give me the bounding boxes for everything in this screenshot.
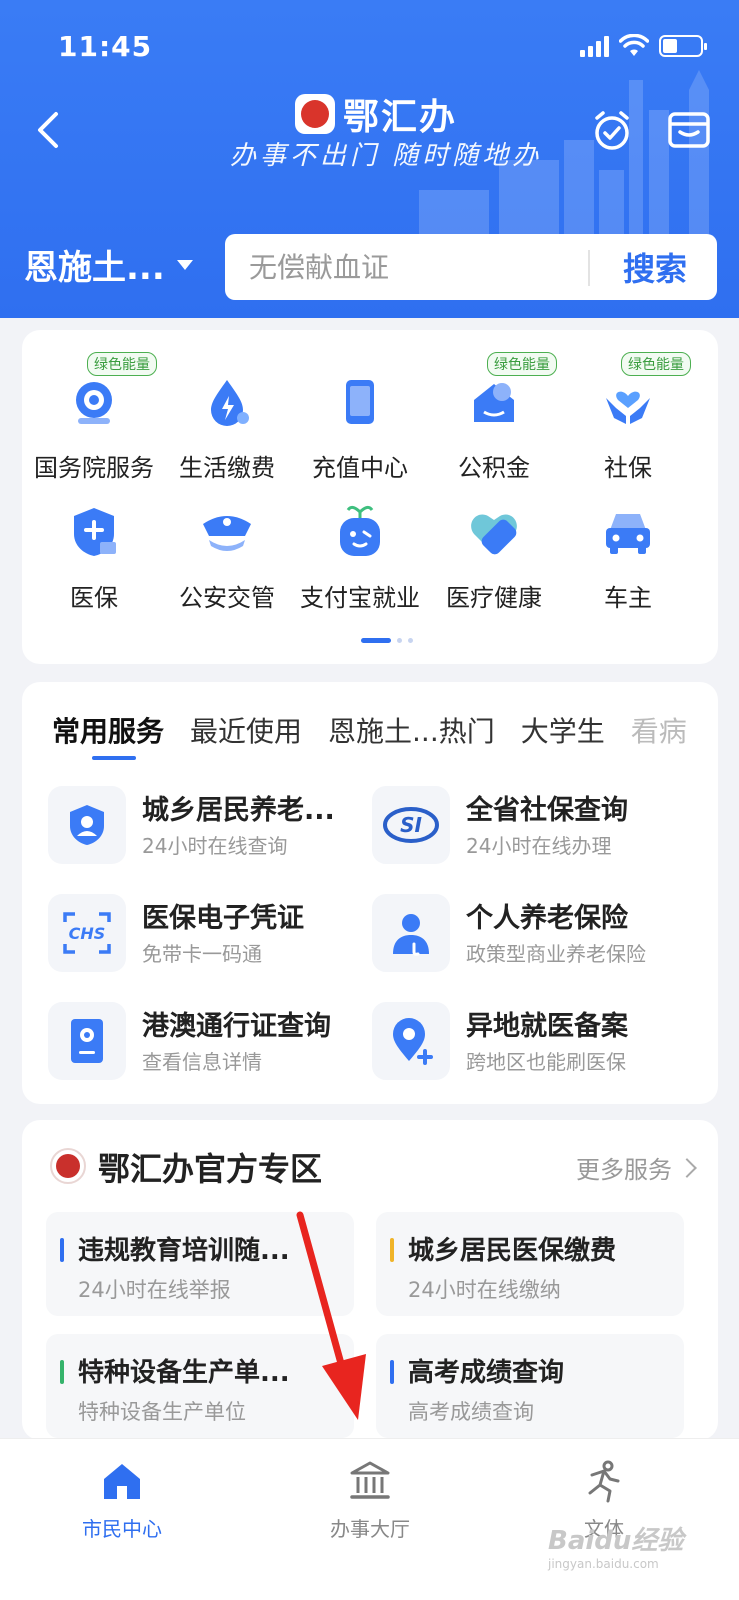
car-icon (606, 514, 650, 554)
green-energy-badge: 绿色能量 (487, 352, 557, 376)
runner-icon (588, 1460, 620, 1503)
tab-service-hall[interactable]: 办事大厅 (300, 1459, 440, 1542)
location-plus-icon (393, 1018, 433, 1065)
app-slogan: 办事不出门 随时随地办 (230, 141, 543, 171)
baidu-watermark: Baidu经验 jingyan.baidu.com (548, 1526, 684, 1571)
status-icons (580, 34, 707, 58)
official-item[interactable]: 违规教育培训随... 24小时在线举报 (46, 1212, 354, 1316)
alarm-clock-icon[interactable] (588, 106, 636, 154)
si-logo-icon: SI (383, 807, 439, 843)
svg-text:SI: SI (400, 813, 422, 837)
housing-fund-icon (474, 383, 514, 422)
health-heart-icon (471, 514, 517, 555)
active-tab-indicator (92, 756, 136, 760)
battery-icon (659, 35, 707, 57)
robot-sprout-icon (340, 505, 380, 556)
services-card: 常用服务 最近使用 恩施土...热门 大学生 看病 城乡居民养老... 24小时… (22, 682, 718, 1104)
more-services-link[interactable]: 更多服务 (576, 1150, 697, 1185)
grid-item-health[interactable]: 医疗健康 (424, 504, 564, 613)
state-council-icon (76, 382, 112, 424)
home-icon (104, 1464, 140, 1499)
service-item-hk-macau-permit[interactable]: 港澳通行证查询 查看信息详情 (48, 998, 368, 1084)
service-item-social-security-query[interactable]: SI 全省社保查询 24小时在线办理 (372, 782, 692, 868)
official-item[interactable]: 高考成绩查询 高考成绩查询 (376, 1334, 684, 1438)
hk-permit-icon (71, 1019, 103, 1063)
city-selector[interactable]: 恩施土... (24, 240, 193, 289)
grid-item-car-owner[interactable]: 车主 (558, 504, 698, 613)
grid-item-housing-fund[interactable]: 绿色能量 公积金 (424, 352, 564, 483)
search-bar: 搜索 (225, 234, 717, 300)
search-input[interactable] (249, 246, 569, 288)
caret-down-icon (176, 259, 193, 270)
wifi-icon (619, 34, 649, 56)
official-emblem-icon (50, 1148, 86, 1184)
service-item-medical-ecert[interactable]: CHS 医保电子凭证 免带卡一码通 (48, 890, 368, 976)
bottom-tab-bar: 市民中心 办事大厅 文体 (0, 1438, 739, 1600)
service-item-personal-pension[interactable]: 个人养老保险 政策型商业养老保险 (372, 890, 692, 976)
search-button[interactable]: 搜索 (595, 234, 715, 300)
utility-payment-icon (211, 380, 249, 426)
grid-item-alipay-jobs[interactable]: 支付宝就业 (290, 504, 430, 613)
phone-topup-icon (346, 380, 374, 424)
person-insurance-icon (393, 914, 429, 956)
back-chevron-icon[interactable] (28, 108, 72, 152)
service-tabs: 常用服务 最近使用 恩施土...热门 大学生 看病 (52, 710, 712, 760)
grid-item-social-security[interactable]: 绿色能量 社保 (558, 352, 698, 483)
grid-item-medical-insurance[interactable]: 医保 (24, 504, 164, 613)
status-time: 11:45 (58, 30, 153, 63)
city-name: 恩施土... (24, 248, 165, 288)
social-security-icon (606, 391, 650, 424)
app-logo: 鄂汇办 (295, 88, 457, 140)
grid-item-state-council[interactable]: 绿色能量 国务院服务 (24, 352, 164, 483)
page-indicator (361, 638, 413, 643)
service-item-remote-medical-filing[interactable]: 异地就医备案 跨地区也能刷医保 (372, 998, 692, 1084)
grid-item-phone-topup[interactable]: 充值中心 (290, 374, 430, 483)
official-zone-title: 鄂汇办官方专区 (98, 1150, 323, 1188)
grid-item-police-traffic[interactable]: 公安交管 (157, 504, 297, 613)
tab-common-services[interactable]: 常用服务 (52, 710, 164, 760)
search-divider (588, 250, 590, 286)
tab-citizen-center[interactable]: 市民中心 (52, 1459, 192, 1542)
app-emblem-icon (295, 94, 335, 134)
green-energy-badge: 绿色能量 (87, 352, 157, 376)
tab-see-doctor[interactable]: 看病 (631, 710, 687, 760)
medical-insurance-icon (74, 508, 116, 556)
green-energy-badge: 绿色能量 (621, 352, 691, 376)
grid-item-utility-payment[interactable]: 生活缴费 (157, 374, 297, 483)
cellular-signal-icon (580, 35, 609, 57)
official-item[interactable]: 特种设备生产单... 特种设备生产单位 (46, 1334, 354, 1438)
status-bar: 11:45 (0, 0, 739, 90)
tab-local-popular[interactable]: 恩施土...热门 (328, 710, 495, 760)
official-item[interactable]: 城乡居民医保缴费 24小时在线缴纳 (376, 1212, 684, 1316)
official-zone-card: 鄂汇办官方专区 更多服务 违规教育培训随... 24小时在线举报 城乡居民医保缴… (22, 1120, 718, 1440)
chevron-right-icon (677, 1157, 697, 1178)
chs-scan-icon: CHS (63, 912, 111, 954)
app-header: 11:45 鄂汇办 办事不出门 随时随地办 恩施土... 无偿献血证 搜索 (0, 0, 739, 318)
tab-college-students[interactable]: 大学生 (521, 710, 605, 760)
police-cap-icon (203, 516, 251, 551)
government-hall-icon (350, 1461, 390, 1499)
wallet-card-icon[interactable] (665, 106, 713, 154)
svg-text:CHS: CHS (69, 924, 106, 943)
tab-recent[interactable]: 最近使用 (190, 710, 302, 760)
pension-shield-icon (70, 805, 104, 845)
service-item-pension[interactable]: 城乡居民养老... 24小时在线查询 (48, 782, 368, 868)
app-title: 鄂汇办 (343, 96, 458, 138)
quick-services-card: 绿色能量 国务院服务 生活缴费 充值中心 绿色能量 公积金 绿色能量 社保 医保… (22, 330, 718, 664)
